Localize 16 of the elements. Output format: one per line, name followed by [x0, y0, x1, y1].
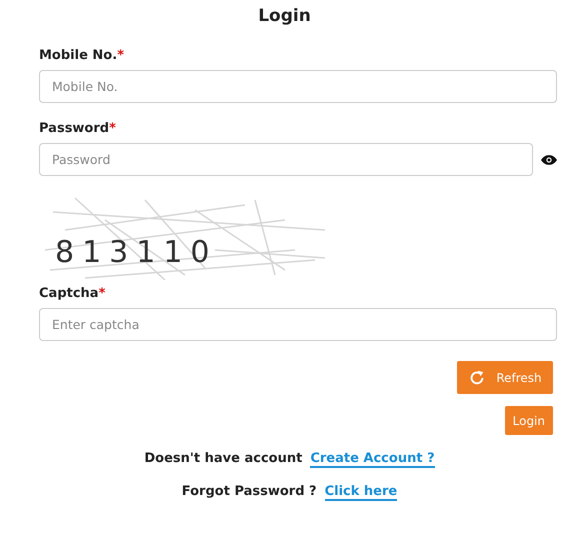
captcha-image: 813110 [45, 190, 335, 280]
input-field[interactable]: Password [39, 143, 533, 176]
field-label: Captcha* [39, 286, 106, 301]
refresh-icon [468, 368, 486, 386]
refresh-button[interactable]: Refresh [457, 361, 553, 394]
link[interactable]: Click here [324, 484, 398, 501]
link-prompt: Doesn't have account [144, 451, 302, 468]
eye-icon[interactable] [541, 154, 557, 164]
field-label: Password* [39, 121, 117, 136]
link-prompt: Forgot Password ? [182, 484, 317, 501]
link[interactable]: Create Account ? [310, 451, 435, 468]
page-title: Login [257, 6, 312, 26]
input-field[interactable]: Mobile No. [39, 70, 557, 103]
captcha-input[interactable]: Enter captcha [39, 308, 557, 341]
login-button[interactable]: Login [504, 406, 553, 435]
field-label: Mobile No.* [39, 48, 125, 63]
